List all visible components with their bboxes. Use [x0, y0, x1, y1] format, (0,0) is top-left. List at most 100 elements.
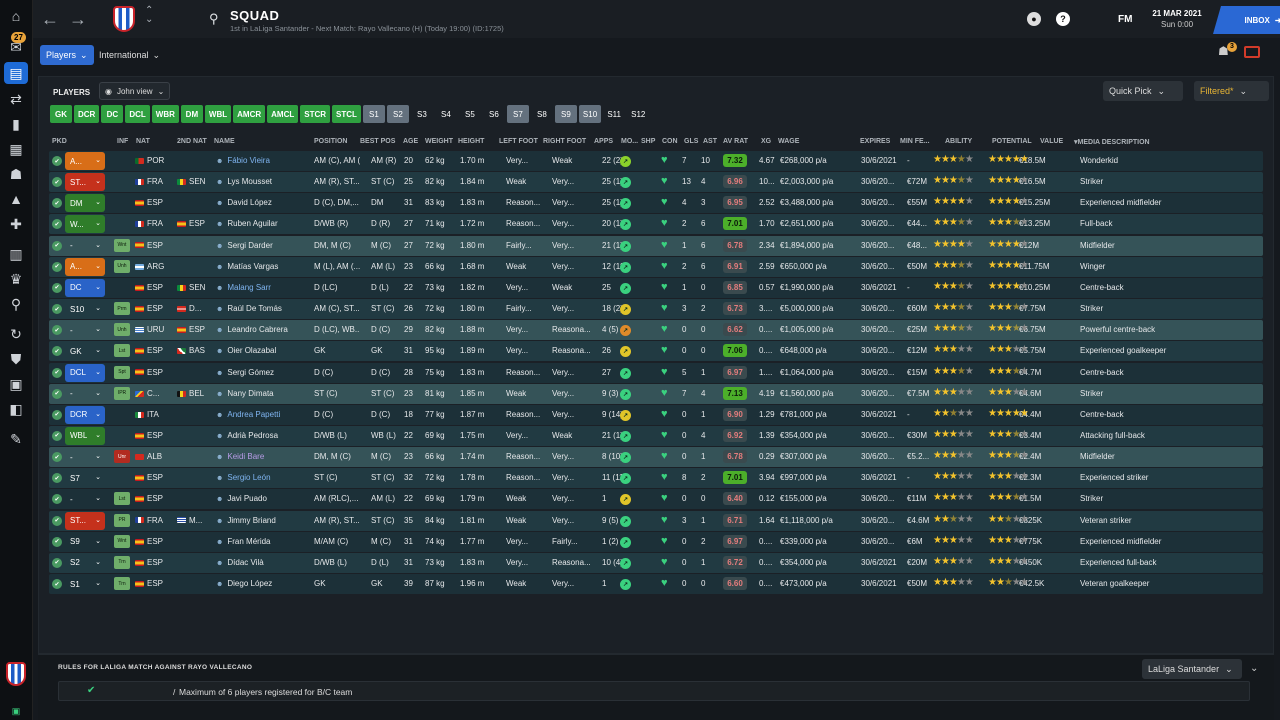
finance-icon[interactable]: ▣	[4, 373, 28, 395]
role-selector[interactable]: - ⌄	[65, 490, 105, 508]
col-value[interactable]: VALUE	[1040, 138, 1063, 145]
ball-icon[interactable]: ●	[1027, 12, 1041, 26]
player-name-cell[interactable]: ☻ Diego López	[216, 579, 306, 588]
info-tag[interactable]: Lst	[114, 344, 130, 358]
back-arrow-icon[interactable]: ←	[41, 9, 59, 30]
position-chip[interactable]: WBR	[151, 105, 179, 123]
filter-button[interactable]: Filtered* ⌄	[1194, 81, 1269, 101]
clipboard-icon[interactable]: ▦	[4, 138, 28, 160]
role-selector[interactable]: A... ⌄	[65, 152, 105, 170]
player-name-cell[interactable]: ☻ Fábio Vieira	[216, 156, 306, 165]
col-apps[interactable]: APPS	[594, 138, 613, 145]
info-tag[interactable]: Lst	[114, 492, 130, 506]
player-row[interactable]: ✔ - ⌄ Unh URU ESP ☻ Leandro Cabrera D (LC), WB..…	[49, 320, 1263, 341]
club-switch-chevrons-icon[interactable]: ⌃ ⌄	[145, 6, 153, 25]
player-row[interactable]: ✔ - ⌄ Lst ESP ☻ Javi Puado AM (RLC),... AM (L) 22…	[49, 489, 1263, 510]
pick-checkbox[interactable]: ✔	[52, 304, 62, 315]
pick-checkbox[interactable]: ✔	[52, 198, 62, 209]
col-xg[interactable]: XG	[761, 138, 771, 145]
pick-checkbox[interactable]: ✔	[52, 261, 62, 272]
col-inf[interactable]: INF	[117, 138, 128, 145]
home-icon[interactable]: ⌂	[4, 5, 28, 27]
role-selector[interactable]: DCL ⌄	[65, 363, 105, 382]
player-row[interactable]: ✔ ST... ⌄ PR FRA M... ☻ Jimmy Briand AM (R), ST.…	[49, 510, 1263, 531]
position-chip[interactable]: GK	[50, 105, 72, 123]
player-row[interactable]: ✔ DCL ⌄ Spt ESP ☻ Sergi Gómez D (C) D (C) 28 75 kg…	[49, 362, 1263, 383]
player-row[interactable]: ✔ DC ⌄ ESP SEN ☻ Malang Sarr D (LC) D (L) 22 73 kg…	[49, 277, 1263, 298]
player-name-cell[interactable]: ☻ Adrià Pedrosa	[216, 431, 306, 440]
position-chip[interactable]: DC	[101, 105, 124, 123]
role-selector[interactable]: DCR ⌄	[65, 405, 105, 424]
position-chip[interactable]: S6	[483, 105, 505, 123]
col-av-rat[interactable]: AV RAT	[723, 138, 748, 145]
player-row[interactable]: ✔ ST... ⌄ FRA SEN ☻ Lys Mousset AM (R), ST... ST…	[49, 172, 1263, 193]
info-tag[interactable]: Prm	[114, 302, 130, 316]
info-tag[interactable]: Unh	[114, 259, 130, 273]
col-min-fee[interactable]: MIN FE...	[900, 138, 930, 145]
pick-checkbox[interactable]: ✔	[52, 156, 62, 166]
players-menu-button[interactable]: Players ⌄	[40, 45, 94, 65]
role-selector[interactable]: W... ⌄	[65, 215, 105, 234]
pick-checkbox[interactable]: ✔	[52, 579, 62, 589]
pick-checkbox[interactable]: ✔	[52, 409, 62, 420]
league-select[interactable]: LaLiga Santander ⌄	[1142, 659, 1242, 679]
pick-checkbox[interactable]: ✔	[52, 494, 62, 505]
pick-checkbox[interactable]: ✔	[52, 430, 62, 441]
player-row[interactable]: ✔ DCR ⌄ ITA ☻ Andrea Papetti D (C) D (C) 18 77 kg…	[49, 404, 1263, 425]
position-chip[interactable]: DCR	[74, 105, 100, 123]
player-name-cell[interactable]: ☻ Jimmy Briand	[216, 516, 306, 525]
player-name-cell[interactable]: ☻ Javi Puado	[216, 494, 306, 503]
info-tag[interactable]: IPR	[114, 386, 130, 400]
position-chip[interactable]: S8	[531, 105, 553, 123]
position-chip[interactable]: S4	[435, 105, 457, 123]
help-icon[interactable]: ?	[1056, 12, 1070, 26]
dev-icon[interactable]: ◧	[4, 398, 28, 420]
position-chip[interactable]: STCL	[332, 105, 361, 123]
pick-checkbox[interactable]: ✔	[52, 240, 62, 251]
role-selector[interactable]: ST... ⌄	[65, 511, 105, 530]
medical-icon[interactable]: ✚	[4, 213, 28, 235]
col-media-description[interactable]: ▾MEDIA DESCRIPTION	[1074, 138, 1150, 146]
role-selector[interactable]: GK ⌄	[65, 342, 105, 360]
squad-icon[interactable]: ▤	[4, 62, 28, 84]
role-selector[interactable]: S7 ⌄	[65, 469, 105, 487]
col-position[interactable]: POSITION	[314, 138, 347, 145]
player-row[interactable]: ✔ - ⌄ Unr ALB ☻ Keidi Bare DM, M (C) M (C) 23 66 k…	[49, 447, 1263, 468]
pick-checkbox[interactable]: ✔	[52, 346, 62, 357]
col-left-foot[interactable]: LEFT FOOT	[499, 138, 538, 145]
player-name-cell[interactable]: ☻ Raúl De Tomás	[216, 304, 306, 313]
position-chip[interactable]: AMCL	[267, 105, 299, 123]
col-age[interactable]: AGE	[403, 138, 418, 145]
scout-icon[interactable]: ⚲	[4, 293, 28, 315]
pick-checkbox[interactable]: ✔	[52, 473, 62, 484]
collapse-chevron-icon[interactable]: ⌄	[1250, 663, 1258, 674]
pick-checkbox[interactable]: ✔	[52, 177, 62, 188]
player-name-cell[interactable]: ☻ David López	[216, 198, 306, 207]
col-height[interactable]: HEIGHT	[458, 138, 484, 145]
role-selector[interactable]: S2 ⌄	[65, 554, 105, 572]
position-chip[interactable]: S11	[603, 105, 625, 123]
player-name-cell[interactable]: ☻ Nany Dimata	[216, 389, 306, 398]
forward-arrow-icon[interactable]: →	[69, 9, 87, 30]
player-name-cell[interactable]: ☻ Sergi Darder	[216, 241, 306, 250]
pick-checkbox[interactable]: ✔	[52, 557, 62, 568]
position-chip[interactable]: S3	[411, 105, 433, 123]
player-row[interactable]: ✔ S7 ⌄ ESP ☻ Sergio León ST (C) ST (C) 32 72 kg 1.…	[49, 468, 1263, 489]
people-icon[interactable]: ☗	[4, 163, 28, 185]
staff-icon[interactable]: ▮	[4, 113, 28, 135]
role-selector[interactable]: A... ⌄	[65, 257, 105, 276]
col-name[interactable]: NAME	[214, 138, 235, 145]
position-chip[interactable]: S10	[578, 105, 602, 123]
role-selector[interactable]: - ⌄	[65, 448, 105, 466]
player-name-cell[interactable]: ☻ Fran Mérida	[216, 537, 306, 546]
club-crest[interactable]	[113, 6, 135, 32]
training-icon[interactable]: ▲	[4, 188, 28, 210]
role-selector[interactable]: - ⌄	[65, 237, 105, 255]
player-row[interactable]: ✔ WBL ⌄ ESP ☻ Adrià Pedrosa D/WB (L) WB (L) 22 69…	[49, 425, 1263, 446]
player-name-cell[interactable]: ☻ Oier Olazabal	[216, 346, 306, 355]
player-name-cell[interactable]: ☻ Leandro Cabrera	[216, 325, 306, 334]
pick-checkbox[interactable]: ✔	[52, 367, 62, 378]
position-chip[interactable]: DCL	[125, 105, 150, 123]
info-tag[interactable]: Wnt	[114, 238, 130, 252]
pick-checkbox[interactable]: ✔	[52, 282, 62, 293]
